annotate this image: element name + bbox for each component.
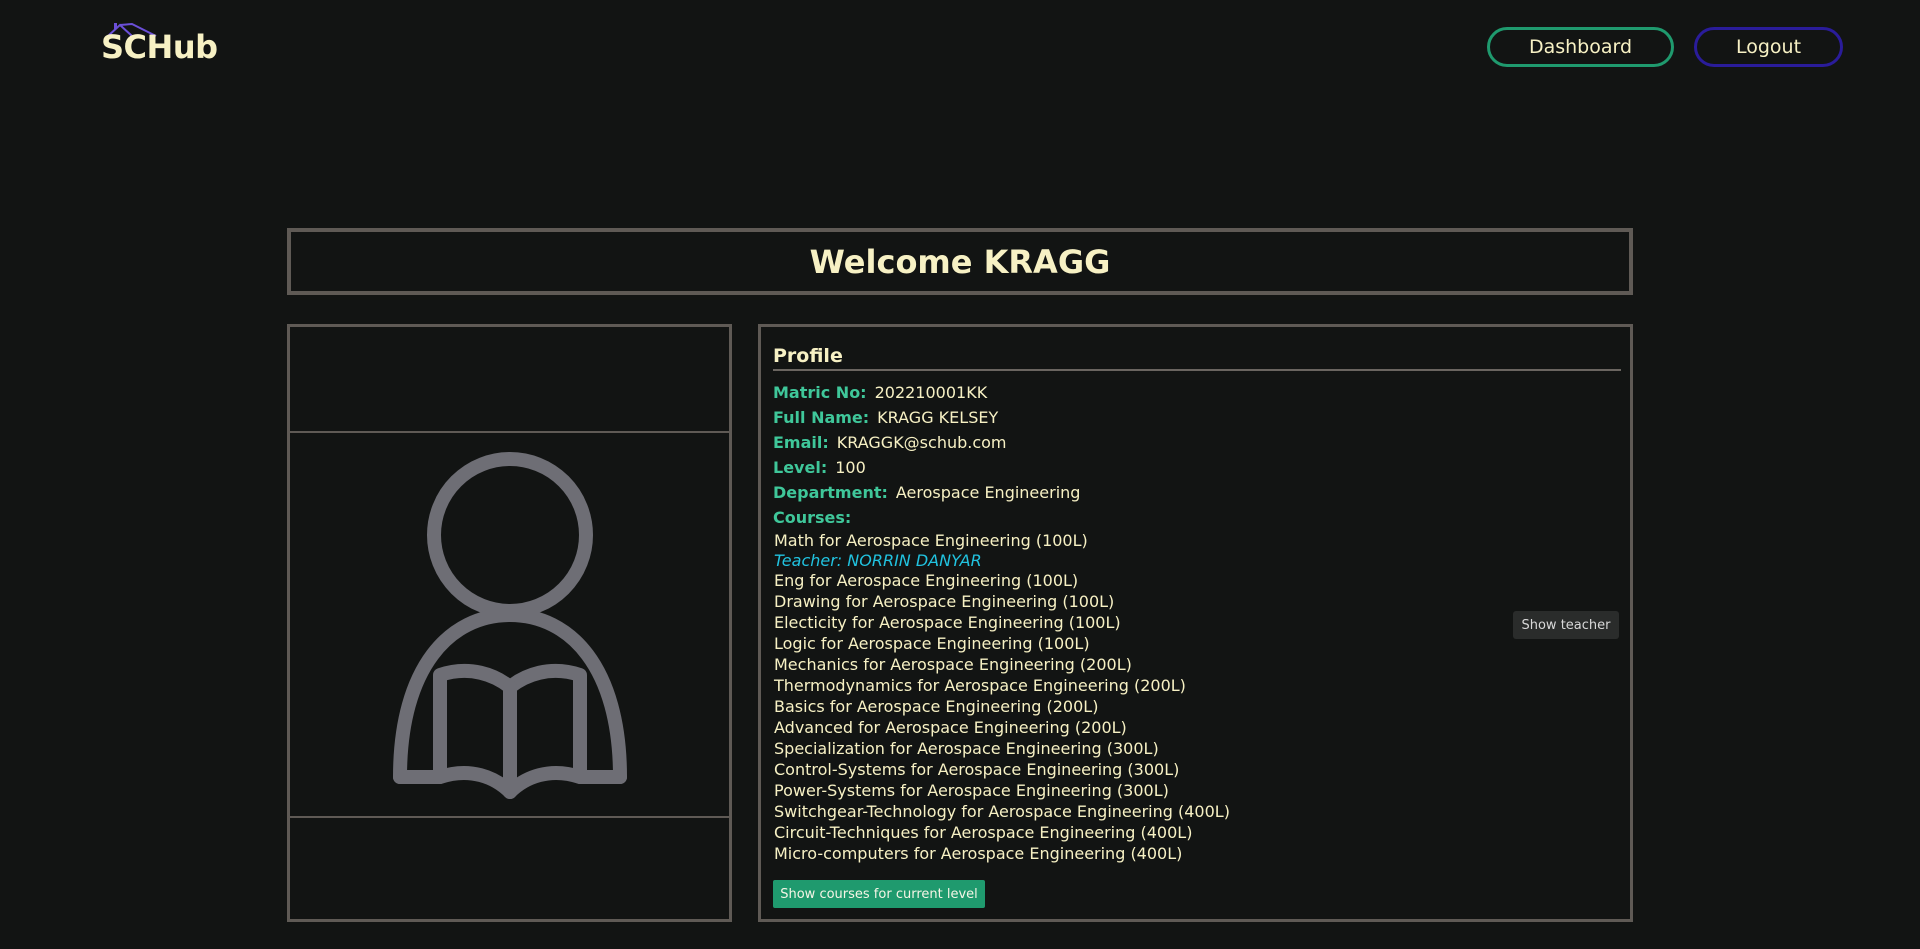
course-item: Logic for Aerospace Engineering (100L): [774, 634, 1090, 653]
schub-logo[interactable]: SCHub: [101, 22, 221, 68]
course-item: Switchgear-Technology for Aerospace Engi…: [774, 802, 1230, 821]
avatar-divider-bottom: [290, 816, 729, 818]
courses-list: Math for Aerospace Engineering (100L) Te…: [774, 530, 1230, 864]
top-navbar: SCHub Dashboard Logout: [0, 0, 1920, 95]
course-item: Drawing for Aerospace Engineering (100L): [774, 592, 1115, 611]
email-value: KRAGGK@schub.com: [836, 433, 1007, 452]
level-value: 100: [835, 458, 866, 477]
show-teacher-button[interactable]: Show teacher: [1513, 611, 1619, 639]
course-item: Power-Systems for Aerospace Engineering …: [774, 781, 1169, 800]
course-item: Math for Aerospace Engineering (100L): [774, 531, 1088, 550]
profile-card: Profile Matric No: 202210001KK Full Name:…: [758, 324, 1633, 922]
show-current-level-courses-button[interactable]: Show courses for current level: [773, 880, 985, 908]
course-item: Eng for Aerospace Engineering (100L): [774, 571, 1079, 590]
level-label: Level:: [773, 458, 828, 477]
matric-no-value: 202210001KK: [874, 383, 988, 402]
course-item: Advanced for Aerospace Engineering (200L…: [774, 718, 1127, 737]
full-name-label: Full Name:: [773, 408, 870, 427]
matric-no-row: Matric No: 202210001KK: [773, 383, 987, 402]
course-item: Micro-computers for Aerospace Engineerin…: [774, 844, 1183, 863]
full-name-row: Full Name: KRAGG KELSEY: [773, 408, 998, 427]
dashboard-button[interactable]: Dashboard: [1487, 27, 1674, 67]
welcome-title: Welcome KRAGG: [809, 242, 1111, 281]
courses-label: Courses:: [773, 508, 852, 527]
course-item: Electicity for Aerospace Engineering (10…: [774, 613, 1121, 632]
courses-row: Courses:: [773, 508, 859, 527]
course-item: Specialization for Aerospace Engineering…: [774, 739, 1159, 758]
course-item: Circuit-Techniques for Aerospace Enginee…: [774, 823, 1193, 842]
department-label: Department:: [773, 483, 888, 502]
logo-text: SCHub: [101, 28, 218, 66]
welcome-banner: Welcome KRAGG: [287, 228, 1633, 295]
course-item: Basics for Aerospace Engineering (200L): [774, 697, 1099, 716]
logout-button[interactable]: Logout: [1694, 27, 1843, 67]
email-label: Email:: [773, 433, 829, 452]
department-value: Aerospace Engineering: [895, 483, 1081, 502]
teacher-name: Teacher: NORRIN DANYAR: [774, 551, 982, 570]
profile-heading: Profile: [773, 345, 843, 367]
avatar-divider-top: [290, 431, 729, 433]
course-item: Mechanics for Aerospace Engineering (200…: [774, 655, 1132, 674]
course-item: Thermodynamics for Aerospace Engineering…: [774, 676, 1186, 695]
department-row: Department: Aerospace Engineering: [773, 483, 1080, 502]
full-name-value: KRAGG KELSEY: [877, 408, 999, 427]
email-row: Email: KRAGGK@schub.com: [773, 433, 1007, 452]
level-row: Level: 100: [773, 458, 866, 477]
matric-no-label: Matric No:: [773, 383, 867, 402]
avatar-card: [287, 324, 732, 922]
course-item: Control-Systems for Aerospace Engineerin…: [774, 760, 1180, 779]
student-reading-icon: [393, 452, 627, 799]
profile-divider: [773, 369, 1621, 371]
